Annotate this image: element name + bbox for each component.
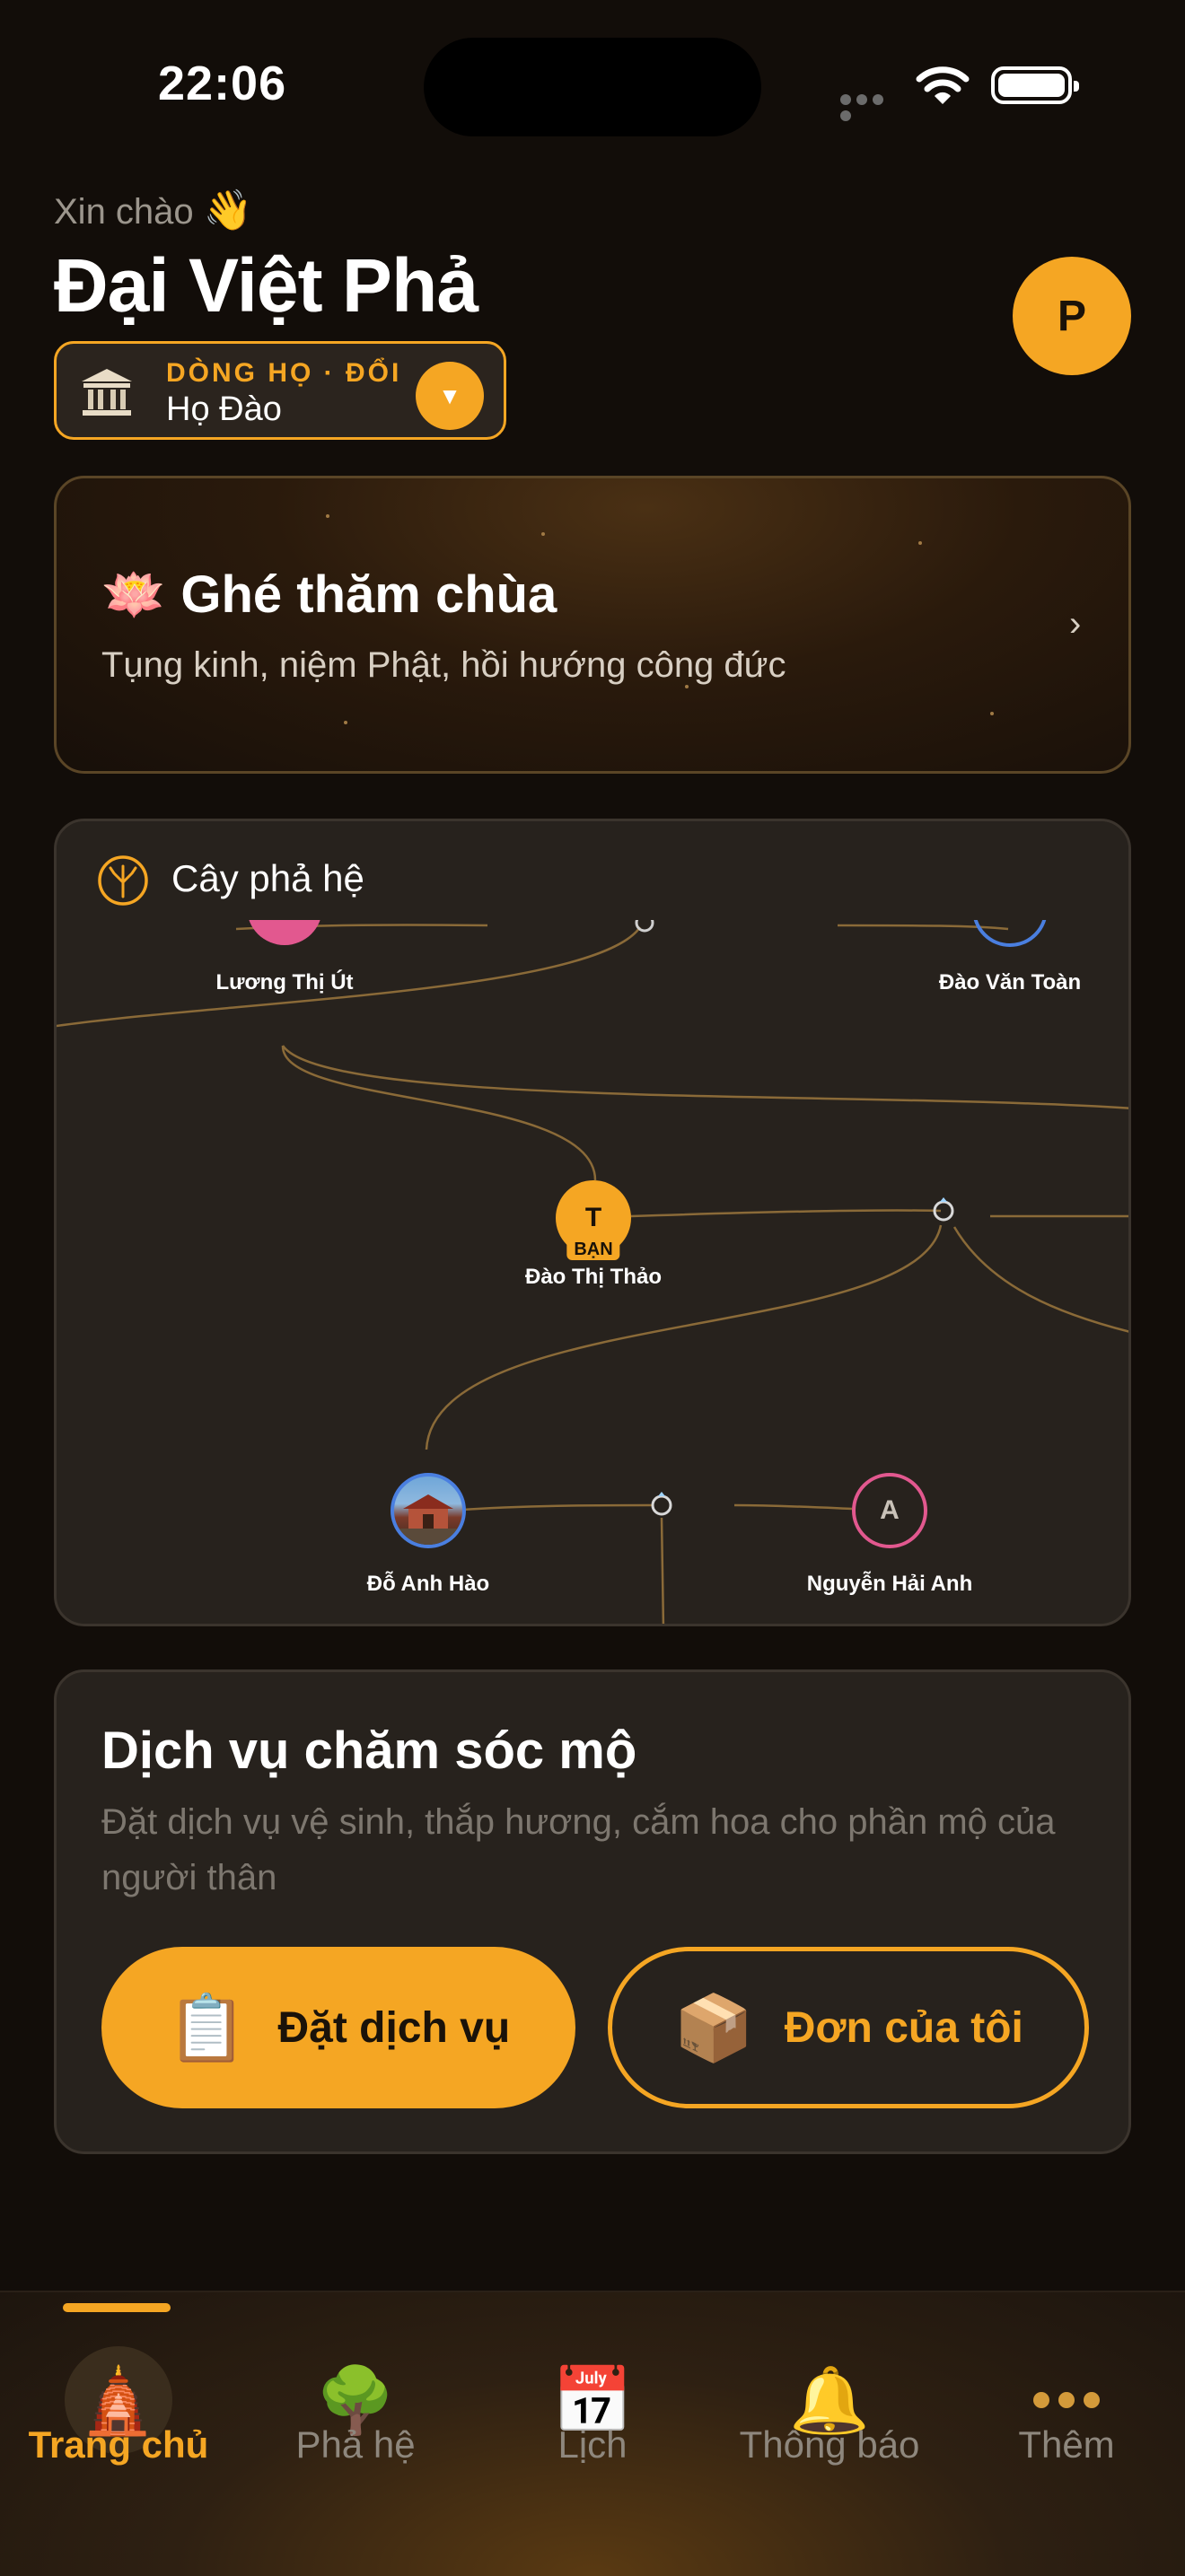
sparkle — [344, 721, 347, 724]
lineage-value: Họ Đào — [166, 390, 282, 428]
book-service-label: Đặt dịch vụ — [277, 2003, 511, 2052]
status-time: 22:06 — [158, 57, 287, 110]
sparkle — [918, 541, 922, 545]
tab-home[interactable]: 🛕 Trang chủ — [0, 2292, 237, 2576]
book-service-button[interactable]: 📋 Đặt dịch vụ — [101, 1947, 575, 2108]
tab-more[interactable]: Thêm — [948, 2292, 1185, 2576]
tab-label: Thêm — [1018, 2423, 1115, 2466]
marriage-ring-icon — [929, 1195, 958, 1228]
chevron-right-icon: › — [1069, 604, 1082, 644]
cellular-signal-icon — [840, 93, 903, 121]
grave-care-service-card: Dịch vụ chăm sóc mộ Đặt dịch vụ vệ sinh,… — [54, 1669, 1131, 2154]
marriage-ring-icon — [647, 1489, 676, 1522]
you-badge: BẠN — [566, 1240, 620, 1260]
app-title: Đại Việt Phả — [54, 243, 478, 328]
service-title: Dịch vụ chăm sóc mộ — [101, 1722, 637, 1780]
visit-pagoda-card[interactable]: 🪷 Ghé thăm chùa Tụng kinh, niệm Phật, hồ… — [54, 476, 1131, 774]
tab-label: Trang chủ — [28, 2423, 209, 2466]
package-icon: 📦 — [673, 1992, 754, 2064]
sparkle — [541, 532, 545, 536]
tree-node-name: Nguyễn Hải Anh — [806, 1572, 973, 1596]
lineage-selector[interactable]: DÒNG HỌ · ĐỔI Họ Đào ▼ — [54, 341, 506, 440]
pagoda-card-subtitle: Tụng kinh, niệm Phật, hồi hướng công đức — [101, 645, 786, 685]
wifi-icon — [916, 65, 970, 112]
chevron-down-icon[interactable]: ▼ — [416, 362, 484, 430]
tab-label: Lịch — [557, 2423, 628, 2466]
tree-node-name: Đào Văn Toàn — [938, 970, 1082, 994]
family-tree-card[interactable]: Cây phả hệ Cây phả hệ T Lương Thị Út T Đ… — [54, 819, 1131, 1626]
tree-node-do-anh-hao[interactable] — [391, 1473, 466, 1548]
bottom-tab-bar: 🛕 Trang chủ 🌳 Phả hệ 📅 Lịch 🔔 Thông báo … — [0, 2291, 1185, 2576]
clipboard-icon: 📋 — [166, 1992, 248, 2064]
sparkle — [326, 514, 329, 518]
active-tab-indicator — [63, 2303, 171, 2312]
lotus-icon: 🪷 — [101, 565, 167, 624]
tree-node-dao-van-toan[interactable]: T — [972, 920, 1048, 947]
greeting: Xin chào 👋 — [54, 187, 253, 233]
waving-hand-icon: 👋 — [203, 188, 253, 232]
tree-node-luong-thi-ut[interactable]: T — [247, 920, 322, 945]
my-orders-button[interactable]: 📦 Đơn của tôi — [608, 1947, 1089, 2108]
profile-avatar-button[interactable]: P — [1013, 257, 1131, 375]
my-orders-label: Đơn của tôi — [784, 2003, 1023, 2052]
tab-label: Thông báo — [739, 2423, 920, 2466]
lineage-label: DÒNG HỌ · ĐỔI — [166, 358, 402, 388]
service-description: Đặt dịch vụ vệ sinh, thắp hương, cắm hoa… — [101, 1802, 1056, 1897]
tree-node-nguyen-hai-anh[interactable]: A — [852, 1473, 927, 1548]
tree-node-name: Đỗ Anh Hào — [366, 1572, 490, 1596]
tab-label: Phả hệ — [295, 2423, 416, 2466]
pagoda-card-title: 🪷 Ghé thăm chùa — [101, 565, 557, 624]
marriage-ring-icon — [631, 920, 658, 936]
sparkle — [990, 712, 994, 715]
tree-node-name: Đào Thị Thảo — [525, 1265, 662, 1289]
greeting-text: Xin chào — [54, 192, 194, 232]
tab-notifications[interactable]: 🔔 Thông báo — [711, 2292, 948, 2576]
temple-icon — [80, 365, 134, 419]
tab-family-tree[interactable]: 🌳 Phả hệ — [237, 2292, 474, 2576]
tree-node-name: Lương Thị Út — [215, 970, 354, 994]
battery-icon — [991, 66, 1079, 104]
temple-photo-icon — [394, 1494, 462, 1545]
dynamic-island — [424, 38, 761, 136]
tab-calendar[interactable]: 📅 Lịch — [474, 2292, 711, 2576]
